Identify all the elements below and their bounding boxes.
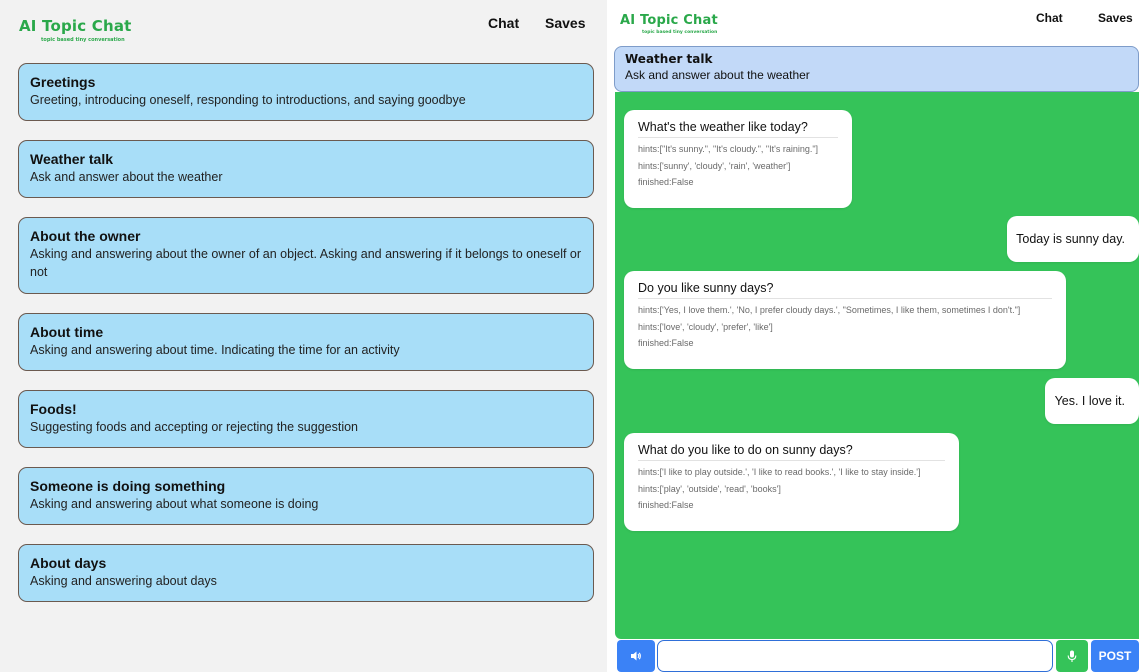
nav-saves-link[interactable]: Saves [545, 15, 585, 31]
topic-card-greetings[interactable]: Greetings Greeting, introducing oneself,… [18, 63, 594, 121]
finished-status: finished:False [638, 338, 694, 348]
speaker-button[interactable] [617, 640, 655, 672]
current-topic-description: Ask and answer about the weather [625, 68, 810, 82]
bot-message: Do you like sunny days? hints:['Yes, I l… [624, 271, 1066, 369]
chat-messages[interactable]: What's the weather like today? hints:["I… [615, 92, 1139, 639]
app-title[interactable]: AI Topic Chat [620, 13, 718, 28]
app-subtitle: topic based tiny conversation [41, 37, 125, 43]
app-title[interactable]: AI Topic Chat [19, 17, 132, 35]
topic-title: Someone is doing something [30, 478, 226, 494]
bot-question: Do you like sunny days? [638, 280, 1052, 299]
microphone-icon [1067, 650, 1077, 662]
hint-sentences: hints:["It's sunny.", "It's cloudy.", "I… [638, 144, 819, 154]
hint-words: hints:['sunny', 'cloudy', 'rain', 'weath… [638, 160, 791, 171]
hint-sentences: hints:['Yes, I love them.', 'No, I prefe… [638, 305, 1021, 315]
topic-card-about-days[interactable]: About days Asking and answering about da… [18, 544, 594, 602]
chat-pane: AI Topic Chat topic based tiny conversat… [614, 0, 1139, 672]
current-topic-banner: Weather talk Ask and answer about the we… [614, 46, 1139, 92]
topic-title: About days [30, 555, 107, 571]
topic-description: Suggesting foods and accepting or reject… [30, 420, 359, 434]
microphone-button[interactable] [1056, 640, 1088, 672]
hint-sentences: hints:['I like to play outside.', 'I lik… [638, 467, 921, 477]
post-button[interactable]: POST [1091, 640, 1139, 672]
topic-title: Greetings [30, 74, 96, 90]
user-message: Yes. I love it. [1045, 378, 1139, 424]
topic-list: Greetings Greeting, introducing oneself,… [18, 63, 594, 621]
user-message-text: Today is sunny day. [1016, 232, 1125, 246]
nav-chat-link[interactable]: Chat [1036, 11, 1063, 25]
user-message: Today is sunny day. [1007, 216, 1139, 262]
app-subtitle: topic based tiny conversation [642, 30, 718, 35]
topic-description: Asking and answering about days [30, 574, 217, 588]
topic-card-someone-doing-something[interactable]: Someone is doing something Asking and an… [18, 467, 594, 525]
hint-words: hints:['love', 'cloudy', 'prefer', 'like… [638, 321, 773, 332]
bot-message: What do you like to do on sunny days? hi… [624, 433, 959, 531]
message-input[interactable] [657, 640, 1053, 672]
topic-title: Foods! [30, 401, 77, 417]
topic-description: Asking and answering about what someone … [30, 497, 319, 511]
topic-description: Greeting, introducing oneself, respondin… [30, 93, 466, 107]
message-input-bar: POST [614, 640, 1139, 672]
finished-status: finished:False [638, 500, 694, 510]
topic-card-weather-talk[interactable]: Weather talk Ask and answer about the we… [18, 140, 594, 198]
topic-description: Ask and answer about the weather [30, 170, 223, 184]
topic-title: Weather talk [30, 151, 113, 167]
topic-card-about-time[interactable]: About time Asking and answering about ti… [18, 313, 594, 371]
topic-list-pane: AI Topic Chat topic based tiny conversat… [0, 0, 607, 672]
user-message-text: Yes. I love it. [1054, 394, 1125, 408]
current-topic-title: Weather talk [625, 52, 713, 66]
bot-message: What's the weather like today? hints:["I… [624, 110, 852, 208]
topic-description: Asking and answering about the owner of … [30, 247, 582, 279]
nav-saves-link[interactable]: Saves [1098, 11, 1133, 25]
speaker-icon [631, 651, 641, 661]
topic-title: About the owner [30, 228, 141, 244]
bot-question: What do you like to do on sunny days? [638, 442, 945, 461]
bot-question: What's the weather like today? [638, 119, 838, 138]
topic-card-foods[interactable]: Foods! Suggesting foods and accepting or… [18, 390, 594, 448]
topic-description: Asking and answering about time. Indicat… [30, 343, 400, 357]
finished-status: finished:False [638, 177, 694, 187]
nav-chat-link[interactable]: Chat [488, 15, 519, 31]
topic-card-about-the-owner[interactable]: About the owner Asking and answering abo… [18, 217, 594, 294]
hint-words: hints:['play', 'outside', 'read', 'books… [638, 483, 781, 494]
topic-title: About time [30, 324, 104, 340]
